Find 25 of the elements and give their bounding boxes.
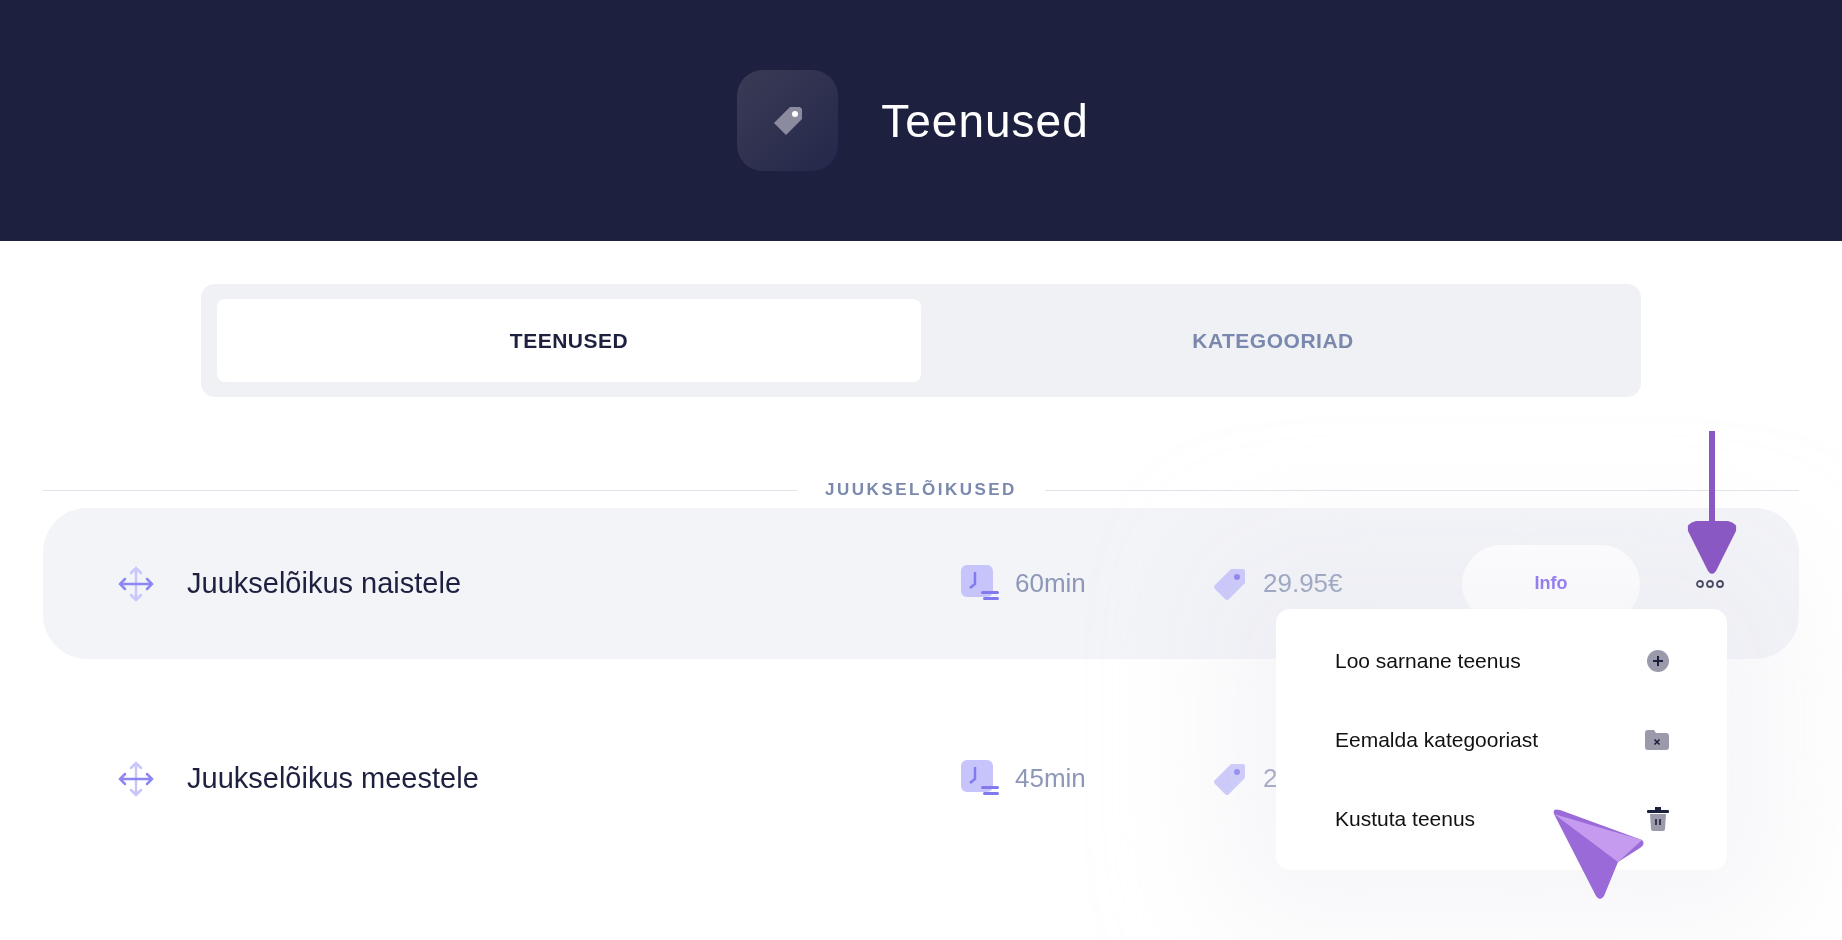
tag-icon (1213, 566, 1247, 601)
duration: 45min (1015, 763, 1086, 794)
menu-item-label: Kustuta teenus (1335, 806, 1476, 831)
service-name: Juukselõikus naistele (187, 567, 463, 600)
plus-icon (1647, 649, 1669, 672)
clock-icon (961, 564, 999, 603)
tab[interactable]: TEENUSED (217, 299, 921, 382)
move-icon[interactable] (118, 760, 154, 797)
clock-icon (961, 759, 999, 798)
move-icon[interactable] (118, 565, 154, 602)
menu-item-label: Eemalda kategooriast (1335, 727, 1539, 752)
service-name: Juukselõikus meestele (187, 762, 480, 795)
page-title: Teenused (881, 93, 1089, 148)
trash-icon (1647, 806, 1669, 831)
price: 2 (1263, 763, 1278, 794)
more-icon[interactable] (1696, 579, 1724, 588)
service-row[interactable]: Juukselõikus meestele 45min 2 (43, 703, 1278, 854)
tag-icon (1213, 761, 1247, 796)
menu-item[interactable]: Eemalda kategooriast (1276, 700, 1727, 779)
folder-x-icon (1645, 729, 1669, 750)
category-title: JUUKSELÕIKUSED (825, 480, 1017, 500)
menu-item[interactable]: Kustuta teenus (1276, 779, 1727, 858)
tag-icon (737, 70, 839, 171)
duration: 60min (1015, 568, 1086, 599)
price: 29.95€ (1263, 568, 1343, 599)
